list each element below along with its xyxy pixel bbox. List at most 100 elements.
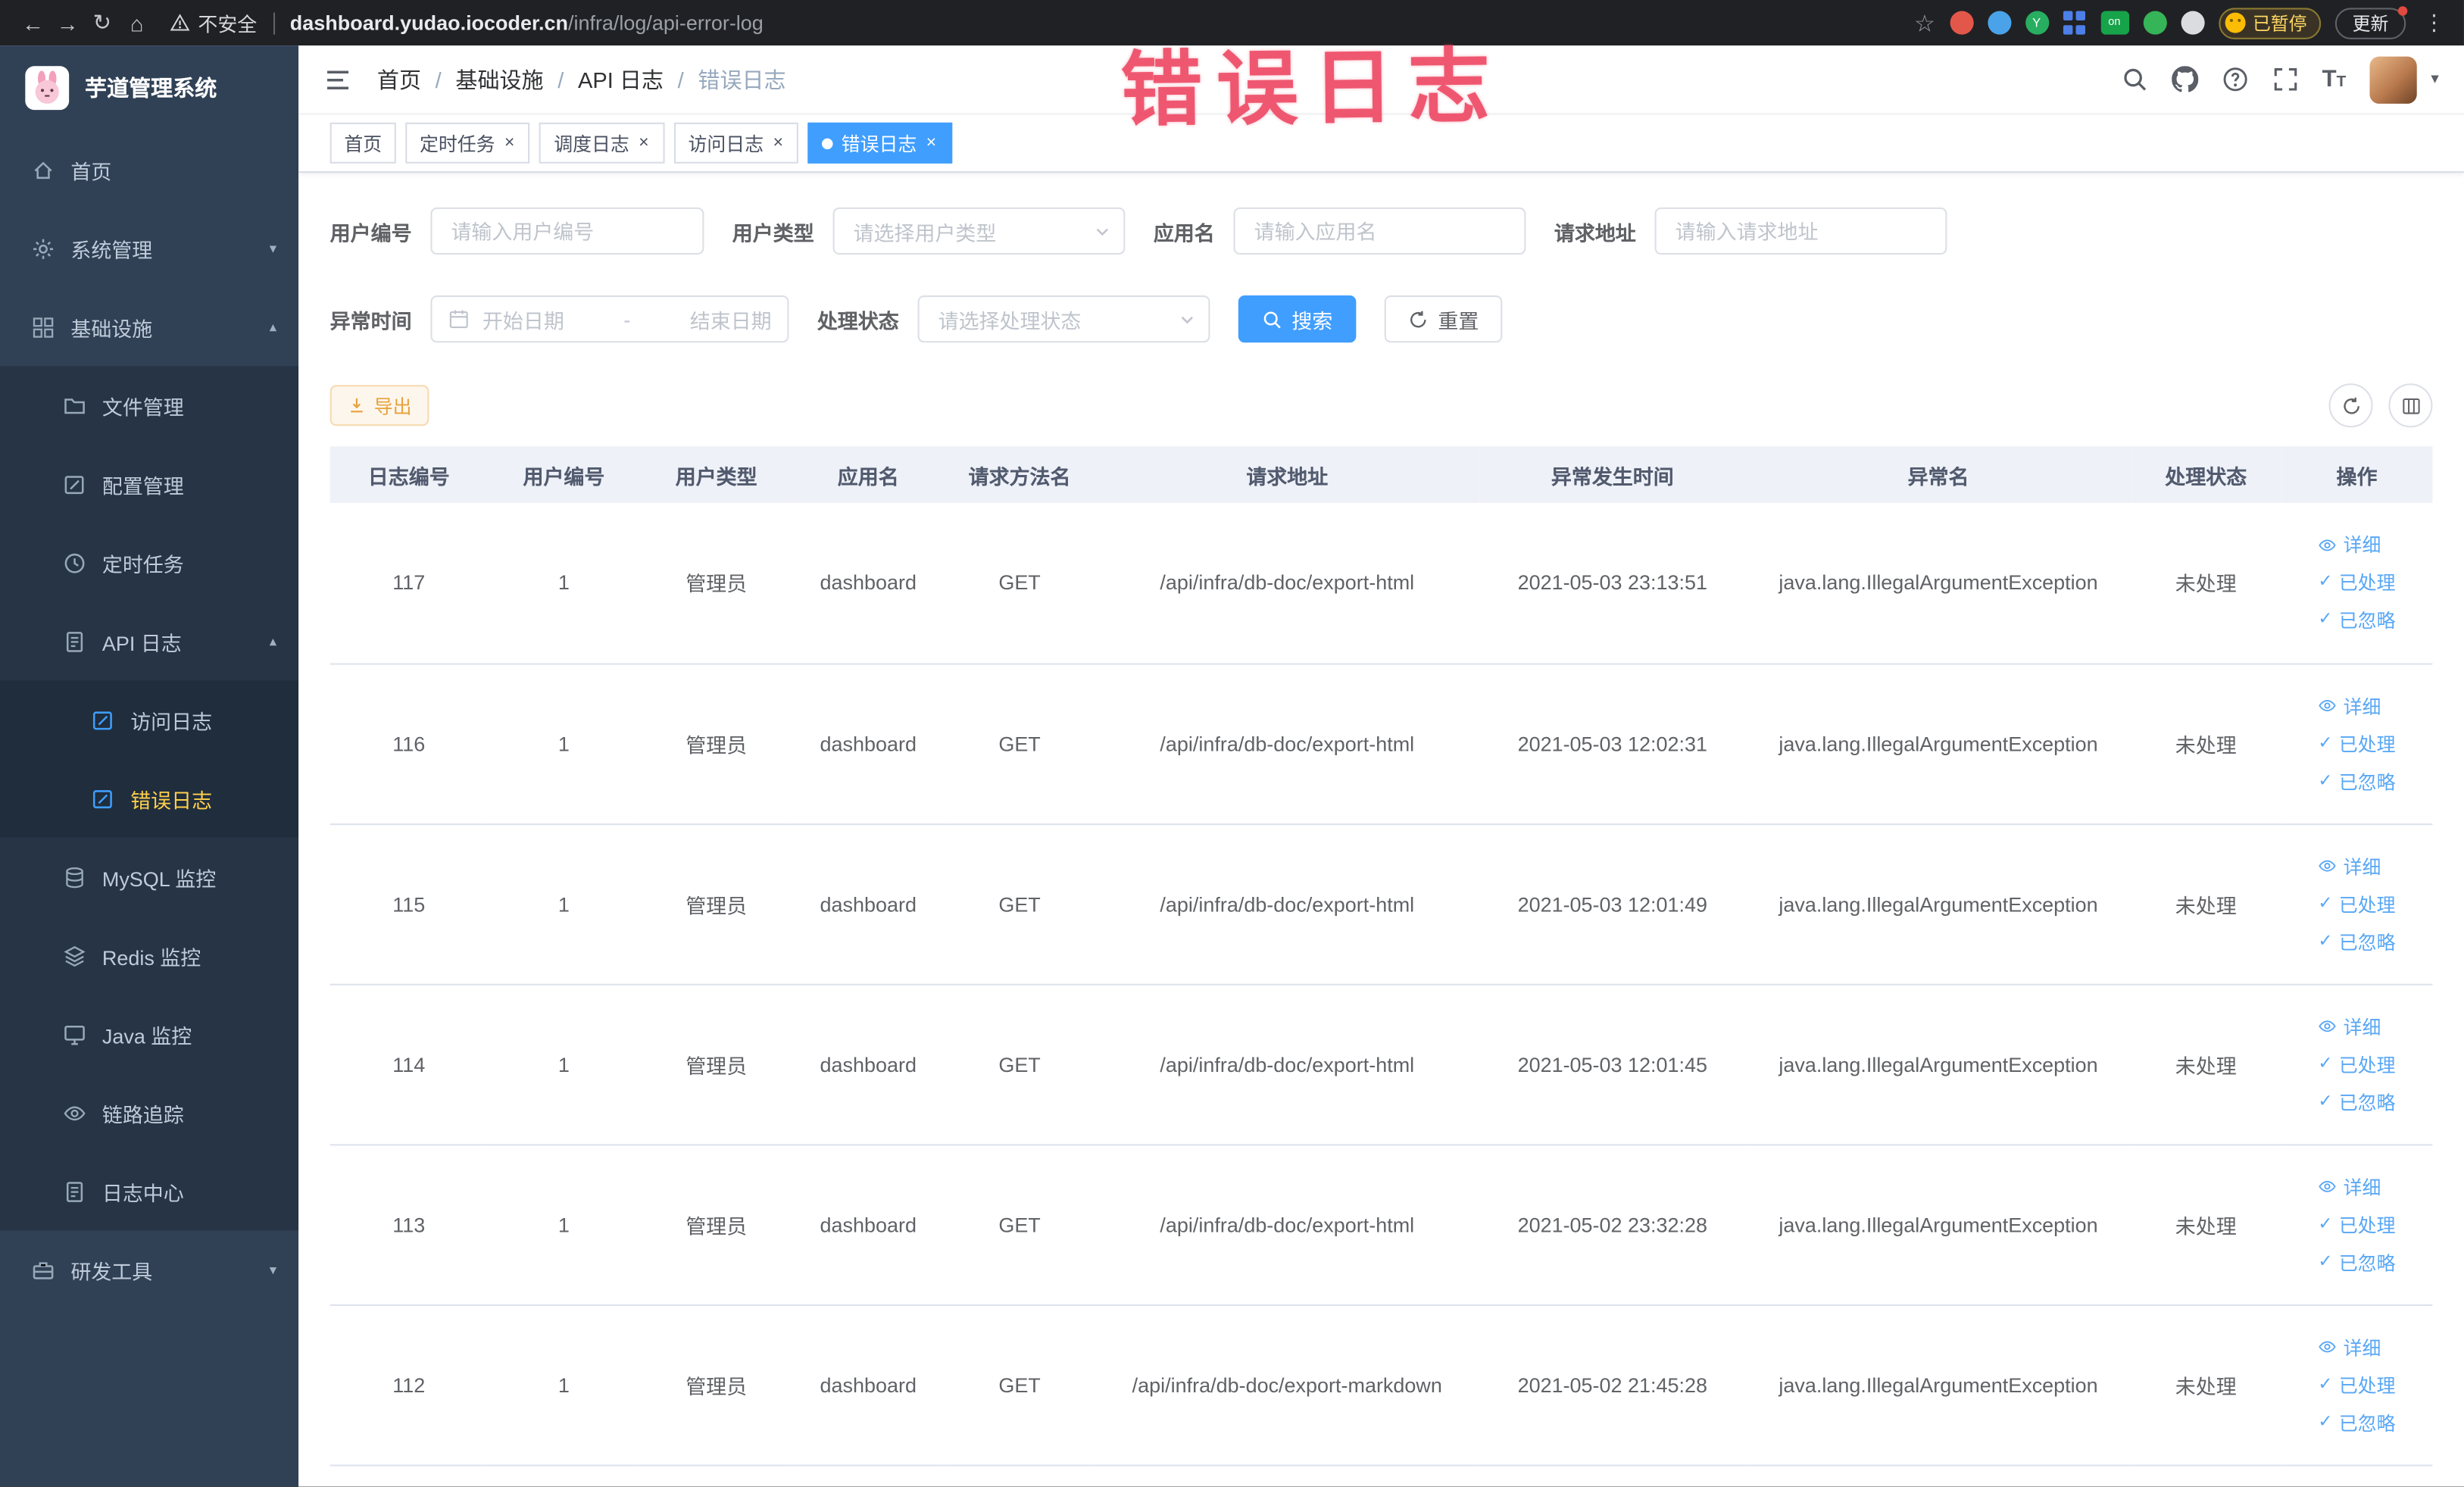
- row-action-ignored[interactable]: ✓ 已忽略: [2318, 928, 2395, 954]
- chevron-down-icon: ▾: [269, 1261, 277, 1277]
- github-icon[interactable]: [2171, 66, 2197, 92]
- close-icon[interactable]: ×: [637, 133, 651, 152]
- sidebar-item-api-logs[interactable]: API 日志 ▴: [0, 601, 299, 681]
- sidebar-item-dev-tools[interactable]: 研发工具 ▾: [0, 1230, 298, 1309]
- sidebar-item-error-logs[interactable]: 错误日志: [0, 759, 299, 838]
- breadcrumb-home[interactable]: 首页: [377, 64, 421, 95]
- user-type-select[interactable]: 请选择用户类型: [832, 207, 1126, 255]
- fullscreen-icon[interactable]: [2272, 66, 2298, 92]
- row-action-detail[interactable]: 详细: [2318, 1333, 2381, 1360]
- update-button[interactable]: 更新: [2334, 5, 2408, 39]
- sidebar-item-access-logs[interactable]: 访问日志: [0, 680, 299, 760]
- cell-user-type: 管理员: [640, 823, 793, 985]
- row-action-ignored[interactable]: ✓ 已忽略: [2318, 767, 2395, 794]
- breadcrumb-api-logs[interactable]: API 日志: [578, 64, 664, 95]
- security-chip[interactable]: 不安全: [170, 8, 257, 37]
- row-action-ignored[interactable]: ✓ 已忽略: [2318, 1409, 2395, 1435]
- sidebar-item-log-center[interactable]: 日志中心: [0, 1151, 299, 1231]
- extension-icon-paw[interactable]: [2180, 11, 2204, 35]
- cell-process-status: 未处理: [2131, 983, 2281, 1145]
- search-icon: [1262, 309, 1282, 330]
- row-action-detail[interactable]: 详细: [2318, 532, 2381, 558]
- update-notification-dot: [2397, 5, 2408, 15]
- row-action-ignored[interactable]: ✓ 已忽略: [2318, 1089, 2395, 1115]
- extension-icon-on[interactable]: on: [2100, 11, 2129, 35]
- cell-exception-time: 2021-05-03 12:02:31: [1479, 663, 1747, 825]
- sidebar-item-redis-monitor[interactable]: Redis 监控: [0, 916, 299, 995]
- chevron-down-icon[interactable]: ▾: [2431, 70, 2438, 88]
- browser-menu-icon[interactable]: ⋮: [2420, 9, 2448, 36]
- check-icon: ✓: [2318, 1251, 2333, 1271]
- refresh-icon: [2341, 395, 2361, 416]
- breadcrumb-infrastructure[interactable]: 基础设施: [455, 64, 543, 95]
- app-name-input[interactable]: [1233, 207, 1526, 255]
- close-icon[interactable]: ×: [771, 133, 785, 152]
- row-action-detail[interactable]: 详细: [2318, 1173, 2381, 1200]
- reset-button[interactable]: 重置: [1384, 295, 1503, 343]
- exception-time-range-picker[interactable]: 开始日期 - 结束日期: [430, 295, 789, 343]
- cell-exception-time: 2021-05-02 21:45:28: [1479, 1304, 1747, 1466]
- tab-access-logs[interactable]: 访问日志 ×: [673, 122, 799, 164]
- column-settings-button[interactable]: [2388, 383, 2433, 428]
- doc-icon: [63, 629, 86, 653]
- forward-icon[interactable]: →: [50, 10, 85, 35]
- sidebar-item-scheduled-tasks[interactable]: 定时任务: [0, 523, 299, 602]
- row-action-processed[interactable]: ✓ 已处理: [2318, 1371, 2395, 1398]
- row-action-detail[interactable]: 详细: [2318, 692, 2381, 719]
- clock-icon: [63, 551, 86, 574]
- back-icon[interactable]: ←: [16, 10, 51, 35]
- col-user-type: 用户类型: [640, 446, 793, 503]
- reload-icon[interactable]: ↻: [85, 9, 120, 36]
- search-button[interactable]: 搜索: [1238, 295, 1357, 343]
- row-action-processed[interactable]: ✓ 已处理: [2318, 570, 2395, 596]
- cell-user-type: 管理员: [640, 1304, 793, 1466]
- user-id-input[interactable]: [430, 207, 704, 255]
- process-status-select[interactable]: 请选择处理状态: [917, 295, 1210, 343]
- cell-actions: 详细 ✓ 已处理 ✓ 已忽略: [2281, 983, 2433, 1145]
- export-button[interactable]: 导出: [329, 385, 429, 426]
- extension-icon-grid[interactable]: [2063, 11, 2086, 35]
- grid-icon: [31, 315, 55, 339]
- tab-scheduled-tasks[interactable]: 定时任务 ×: [405, 122, 531, 164]
- bookmark-star-icon[interactable]: ☆: [1914, 8, 1935, 36]
- row-action-ignored[interactable]: ✓ 已忽略: [2318, 1248, 2395, 1275]
- active-dot: [822, 137, 834, 149]
- row-action-ignored[interactable]: ✓ 已忽略: [2318, 607, 2395, 633]
- font-size-icon[interactable]: TT: [2322, 67, 2347, 91]
- close-icon[interactable]: ×: [925, 133, 938, 152]
- sidebar-item-java-monitor[interactable]: Java 监控: [0, 995, 299, 1073]
- row-action-processed[interactable]: ✓ 已处理: [2318, 1051, 2395, 1077]
- refresh-icon: [1408, 309, 1429, 330]
- sidebar-item-file-management[interactable]: 文件管理: [0, 366, 299, 445]
- home-icon[interactable]: ⌂: [120, 10, 155, 35]
- sidebar-item-home[interactable]: 首页: [0, 130, 298, 209]
- sidebar-item-config-management[interactable]: 配置管理: [0, 445, 299, 523]
- help-icon[interactable]: [2222, 66, 2248, 92]
- row-action-processed[interactable]: ✓ 已处理: [2318, 1211, 2395, 1237]
- sidebar-item-system-management[interactable]: 系统管理 ▾: [0, 209, 298, 288]
- tab-home[interactable]: 首页: [329, 122, 396, 164]
- paused-badge[interactable]: 已暂停: [2218, 7, 2322, 39]
- row-action-processed[interactable]: ✓ 已处理: [2318, 890, 2395, 917]
- tab-dispatch-logs[interactable]: 调度日志 ×: [539, 122, 665, 164]
- row-action-detail[interactable]: 详细: [2318, 1013, 2381, 1039]
- close-icon[interactable]: ×: [503, 133, 517, 152]
- tab-error-logs[interactable]: 错误日志 ×: [808, 122, 952, 164]
- extension-icon-plant[interactable]: [2142, 11, 2166, 35]
- sidebar-item-link-tracing[interactable]: 链路追踪: [0, 1073, 299, 1152]
- refresh-button[interactable]: [2328, 383, 2373, 428]
- extension-icon-blue[interactable]: [1987, 11, 2011, 35]
- rabbit-logo-icon: [25, 66, 69, 110]
- extension-icon-red[interactable]: [1949, 11, 1973, 35]
- request-url-input[interactable]: [1654, 207, 1947, 255]
- search-icon[interactable]: [2121, 66, 2147, 92]
- address-bar[interactable]: dashboard.yudao.iocoder.cn /infra/log/ap…: [290, 11, 764, 35]
- request-url-label: 请求地址: [1554, 220, 1636, 245]
- sidebar-item-mysql-monitor[interactable]: MySQL 监控: [0, 837, 299, 917]
- row-action-detail[interactable]: 详细: [2318, 852, 2381, 879]
- row-action-processed[interactable]: ✓ 已处理: [2318, 730, 2395, 757]
- sidebar-item-infrastructure[interactable]: 基础设施 ▴: [0, 288, 298, 367]
- sidebar-toggle-icon[interactable]: [323, 65, 351, 93]
- extension-icon-green-y[interactable]: Y: [2025, 11, 2049, 35]
- avatar[interactable]: [2369, 55, 2417, 103]
